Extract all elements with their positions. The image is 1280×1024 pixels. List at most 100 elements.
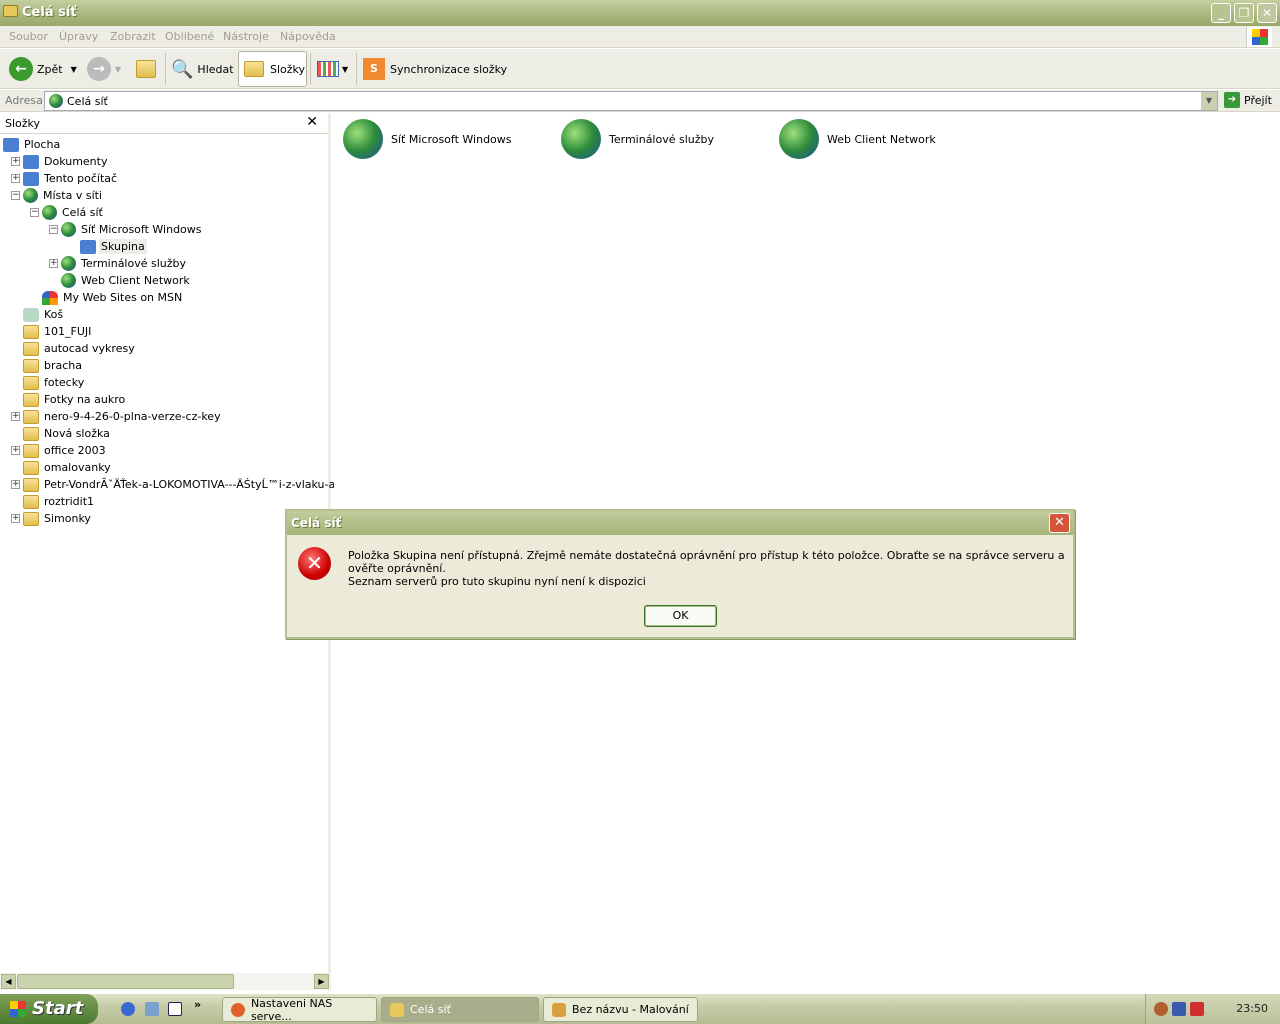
security-alert-icon[interactable]: [1190, 1002, 1204, 1016]
tree-item[interactable]: − Celá síť: [30, 204, 105, 221]
tree-item[interactable]: − Síť Microsoft Windows: [49, 221, 204, 238]
expand-icon[interactable]: +: [49, 259, 58, 268]
close-button[interactable]: ✕: [1257, 3, 1277, 23]
tree-item[interactable]: + nero-9-4-26-0-plna-verze-cz-key: [11, 408, 223, 425]
scroll-left-button[interactable]: ◀: [1, 974, 16, 989]
scroll-right-button[interactable]: ▶: [314, 974, 329, 989]
item-microsoft-windows-network[interactable]: Síť Microsoft Windows: [343, 119, 512, 159]
go-label: Přejít: [1244, 93, 1272, 107]
collapse-icon[interactable]: −: [30, 208, 39, 217]
tree-item[interactable]: + office 2003: [11, 442, 108, 459]
folder-icon: [23, 409, 39, 424]
tray-expand-icon[interactable]: [1154, 1002, 1168, 1016]
back-button[interactable]: ← Zpět ▼: [9, 51, 77, 87]
expand-icon[interactable]: +: [11, 412, 20, 421]
views-button[interactable]: ▼: [317, 51, 348, 87]
tree-item-label: bracha: [44, 359, 83, 372]
tree-item[interactable]: roztridit1: [23, 493, 96, 510]
tree-item[interactable]: Skupina: [80, 238, 147, 255]
show-desktop-icon[interactable]: [168, 1002, 182, 1016]
item-label: Web Client Network: [827, 132, 936, 146]
collapse-icon[interactable]: −: [11, 191, 20, 200]
tree-item-label: omalovanky: [44, 461, 111, 474]
tree-item[interactable]: omalovanky: [23, 459, 113, 476]
bin-icon: [23, 307, 39, 322]
dialog-detail: Seznam serverů pro tuto skupinu nyní nen…: [348, 575, 646, 588]
task-paint[interactable]: Bez názvu - Malování: [543, 997, 698, 1022]
go-button[interactable]: ➜ Přejít: [1224, 92, 1272, 108]
scroll-thumb[interactable]: [17, 974, 234, 989]
window-title: Celá síť: [22, 5, 77, 20]
folders-pane-title: Složky: [5, 117, 41, 130]
tree-item[interactable]: + Simonky: [11, 510, 93, 527]
tree-item[interactable]: My Web Sites on MSN: [42, 289, 184, 306]
item-label: Terminálové služby: [609, 132, 715, 146]
tree-item[interactable]: + Petr-VondrĂˇÄŤek-a-LOKOMOTIVA---ÄŚtyĹ™i…: [11, 476, 357, 493]
quicklaunch-icon[interactable]: [145, 1002, 159, 1016]
menu-favorites[interactable]: Oblíbené: [165, 30, 214, 43]
tree-item-label: autocad vykresy: [44, 342, 135, 355]
tree-item[interactable]: autocad vykresy: [23, 340, 137, 357]
maximize-button[interactable]: ❐: [1234, 3, 1254, 23]
search-button[interactable]: 🔍 Hledat: [171, 51, 234, 87]
folder-icon: [23, 460, 39, 475]
collapse-icon[interactable]: −: [49, 225, 58, 234]
tree-item-label: Simonky: [44, 512, 91, 525]
blue-icon: [80, 239, 96, 254]
tree-item[interactable]: fotecky: [23, 374, 86, 391]
back-label: Zpět: [37, 62, 63, 76]
menu-file[interactable]: Soubor: [9, 30, 48, 43]
tree-item-label: roztridit1: [44, 495, 95, 508]
tree-item-label: Dokumenty: [44, 155, 108, 168]
address-dropdown-button[interactable]: ▼: [1201, 92, 1217, 110]
tree-item[interactable]: 101_FUJI: [23, 323, 93, 340]
menu-help[interactable]: Nápověda: [280, 30, 336, 43]
horizontal-scrollbar[interactable]: ◀ ▶: [0, 973, 330, 990]
ie-quicklaunch-icon[interactable]: [121, 1002, 135, 1016]
menu-view[interactable]: Zobrazit: [110, 30, 156, 43]
quicklaunch-more[interactable]: »: [194, 998, 201, 1011]
tree-item-label: Koš: [44, 308, 64, 321]
minimize-button[interactable]: _: [1211, 3, 1231, 23]
tree-item[interactable]: Fotky na aukro: [23, 391, 127, 408]
taskbar: Start » Nastaveni NAS serve... Celá síť …: [0, 994, 1280, 1024]
task-explorer[interactable]: Celá síť: [381, 997, 539, 1022]
sync-folder-button[interactable]: S Synchronizace složky: [363, 51, 507, 87]
item-web-client-network[interactable]: Web Client Network: [779, 119, 936, 159]
tree-item[interactable]: − Místa v síti: [11, 187, 104, 204]
expand-icon[interactable]: +: [11, 480, 20, 489]
tree-item[interactable]: Nová složka: [23, 425, 112, 442]
tree-item[interactable]: + Dokumenty: [11, 153, 109, 170]
close-pane-button[interactable]: ✕: [306, 114, 318, 130]
item-terminal-services[interactable]: Terminálové služby: [561, 119, 714, 159]
views-icon: [317, 61, 339, 77]
tree-item[interactable]: Plocha: [3, 136, 62, 153]
tree-item[interactable]: + Tento počítač: [11, 170, 119, 187]
expand-icon[interactable]: +: [11, 446, 20, 455]
tree-item[interactable]: Web Client Network: [61, 272, 192, 289]
ok-button[interactable]: OK: [644, 605, 717, 627]
blue-icon: [23, 171, 39, 186]
error-icon: ✕: [298, 547, 331, 580]
expand-icon[interactable]: +: [11, 157, 20, 166]
address-input[interactable]: Celá síť ▼: [44, 91, 1218, 111]
menu-tools[interactable]: Nástroje: [223, 30, 269, 43]
expand-icon[interactable]: +: [11, 174, 20, 183]
menu-edit[interactable]: Úpravy: [59, 30, 98, 43]
tree-item[interactable]: + Terminálové služby: [49, 255, 188, 272]
network-tray-icon[interactable]: [1172, 1002, 1186, 1016]
up-folder-button[interactable]: [136, 51, 159, 87]
tree-item-label: Plocha: [24, 138, 61, 151]
expand-icon[interactable]: +: [11, 514, 20, 523]
tree-item[interactable]: bracha: [23, 357, 84, 374]
forward-button[interactable]: → ▼: [87, 51, 121, 87]
windows-logo: [1246, 27, 1272, 47]
folders-button[interactable]: Složky: [238, 51, 307, 87]
task-firefox[interactable]: Nastaveni NAS serve...: [222, 997, 377, 1023]
tree-item[interactable]: Koš: [23, 306, 65, 323]
start-button[interactable]: Start: [0, 994, 98, 1024]
tree-item-label: office 2003: [44, 444, 106, 457]
folder-icon: [23, 511, 39, 526]
dialog-close-button[interactable]: ✕: [1049, 513, 1070, 533]
item-label: Síť Microsoft Windows: [391, 132, 512, 146]
